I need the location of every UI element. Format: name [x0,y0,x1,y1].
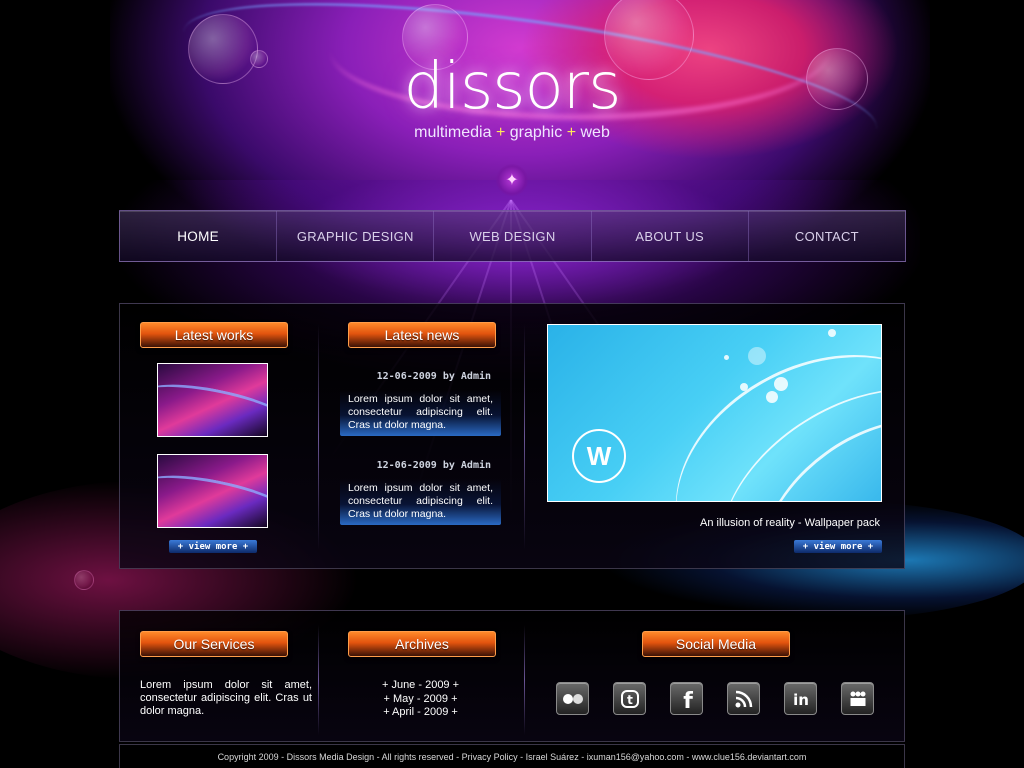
latest-works-heading: Latest works [140,322,288,348]
tagline-plus: + [495,124,506,141]
footer-copyright: Copyright 2009 - Dissors Media Design - … [119,744,905,768]
works-view-more-button[interactable]: + view more + [169,540,257,553]
featured-wallpaper-image[interactable]: W [547,324,882,502]
tagline-multimedia: multimedia [414,124,492,141]
archive-list: + June - 2009 + + May - 2009 + + April -… [348,679,493,720]
work-thumbnail[interactable] [157,363,268,437]
facebook-icon[interactable]: f [670,682,703,715]
tagline-graphic: graphic [509,124,563,141]
feature-caption: An illusion of reality - Wallpaper pack [700,517,880,529]
nav-contact[interactable]: CONTACT [749,211,905,261]
news-date: 12-06-2009 by Admin [376,371,491,382]
main-navigation: HOME GRAPHIC DESIGN WEB DESIGN ABOUT US … [119,210,906,262]
latest-news-heading: Latest news [348,322,496,348]
linkedin-icon[interactable]: in [784,682,817,715]
flickr-icon[interactable] [556,682,589,715]
nav-about-us[interactable]: ABOUT US [592,211,749,261]
tagline-plus: + [566,124,577,141]
archives-heading: Archives [348,631,496,657]
site-tagline: multimedia + graphic + web [0,124,1024,142]
rss-icon[interactable] [727,682,760,715]
column-divider [318,625,319,735]
svg-text:f: f [683,689,693,710]
info-panel: Our Services Lorem ipsum dolor sit amet,… [119,610,905,742]
social-icons: t f in [556,682,874,715]
news-date: 12-06-2009 by Admin [376,460,491,471]
news-item[interactable]: Lorem ipsum dolor sit amet, consectetur … [340,390,501,436]
archive-link-june-2009[interactable]: + June - 2009 + [348,679,493,693]
twitter-icon[interactable]: t [613,682,646,715]
archive-link-april-2009[interactable]: + April - 2009 + [348,706,493,720]
feature-view-more-button[interactable]: + view more + [794,540,882,553]
social-media-heading: Social Media [642,631,790,657]
work-thumbnail[interactable] [157,454,268,528]
nav-graphic-design[interactable]: GRAPHIC DESIGN [277,211,435,261]
our-services-heading: Our Services [140,631,288,657]
svg-text:in: in [793,691,809,709]
emblem-icon: ✦ [496,164,528,196]
nav-web-design[interactable]: WEB DESIGN [434,211,592,261]
services-text: Lorem ipsum dolor sit amet, consectetur … [140,679,312,717]
myspace-icon[interactable] [841,682,874,715]
column-divider [318,324,319,550]
nav-home[interactable]: HOME [120,211,278,261]
content-panel: Latest works + view more + Latest news 1… [119,303,905,569]
tagline-web: web [580,124,610,141]
news-item[interactable]: Lorem ipsum dolor sit amet, consectetur … [340,479,501,525]
logo-mark-icon: W [572,429,626,483]
svg-text:t: t [627,693,633,707]
archive-link-may-2009[interactable]: + May - 2009 + [348,693,493,707]
column-divider [524,625,525,735]
site-logo[interactable]: dissors [0,50,1024,124]
column-divider [524,324,525,550]
